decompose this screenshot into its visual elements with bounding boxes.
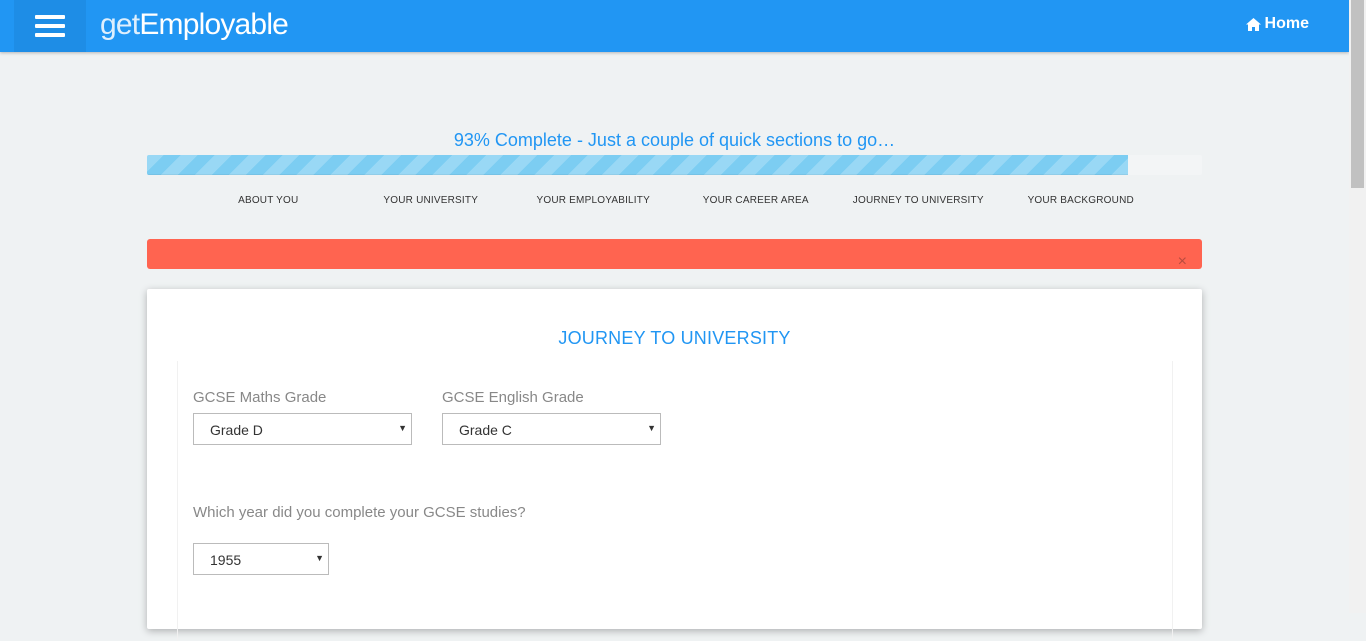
form-body: GCSE Maths Grade Grade D ▼ GCSE English … (177, 361, 1173, 641)
step-your-background: Your Background (1027, 195, 1134, 206)
home-label: Home (1264, 15, 1309, 32)
hamburger-icon (35, 15, 65, 19)
logo-prefix: get (100, 8, 140, 41)
hamburger-icon-bar (35, 33, 65, 37)
scrollbar-thumb[interactable] (1351, 0, 1364, 188)
english-grade-value: Grade C (459, 422, 512, 438)
progress-title: 93% Complete - Just a couple of quick se… (453, 130, 896, 150)
top-navbar: getEmployable Home (0, 0, 1349, 52)
section-title: JOURNEY TO UNIVERSITY (558, 328, 791, 348)
progress-bar-fill (147, 155, 1129, 175)
progress-bar (147, 155, 1202, 175)
close-icon[interactable]: × (1178, 254, 1187, 270)
step-about-you: About You (238, 195, 299, 206)
caret-down-icon: ▼ (647, 423, 656, 433)
menu-button[interactable] (14, 0, 86, 52)
maths-grade-select[interactable]: Grade D ▼ (193, 413, 412, 445)
maths-grade-label: GCSE Maths Grade (193, 389, 327, 406)
maths-grade-value: Grade D (210, 422, 263, 438)
step-journey-to-university: Journey to University (852, 195, 984, 206)
caret-down-icon: ▼ (398, 423, 407, 433)
home-icon (1245, 17, 1261, 31)
gcse-year-label: Which year did you complete your GCSE st… (193, 504, 526, 521)
hamburger-icon-bar (35, 24, 65, 28)
logo[interactable]: getEmployable (100, 8, 289, 42)
step-your-career-area: Your Career Area (702, 195, 809, 206)
gcse-year-value: 1955 (210, 552, 242, 568)
progress-steps: About You Your University Your Employabi… (187, 195, 1162, 206)
english-grade-label: GCSE English Grade (442, 389, 584, 406)
page-scrollbar[interactable] (1349, 0, 1366, 613)
logo-name: Employable (139, 8, 289, 41)
home-link[interactable]: Home (1245, 15, 1309, 33)
step-your-university: Your University (383, 195, 479, 206)
error-alert: × (147, 239, 1202, 270)
form-card: JOURNEY TO UNIVERSITY GCSE Maths Grade G… (147, 289, 1202, 641)
caret-down-icon: ▼ (315, 553, 324, 563)
step-your-employability: Your Employability (536, 195, 650, 206)
english-grade-select[interactable]: Grade C ▼ (442, 413, 661, 445)
gcse-year-select[interactable]: 1955 ▼ (193, 543, 329, 575)
